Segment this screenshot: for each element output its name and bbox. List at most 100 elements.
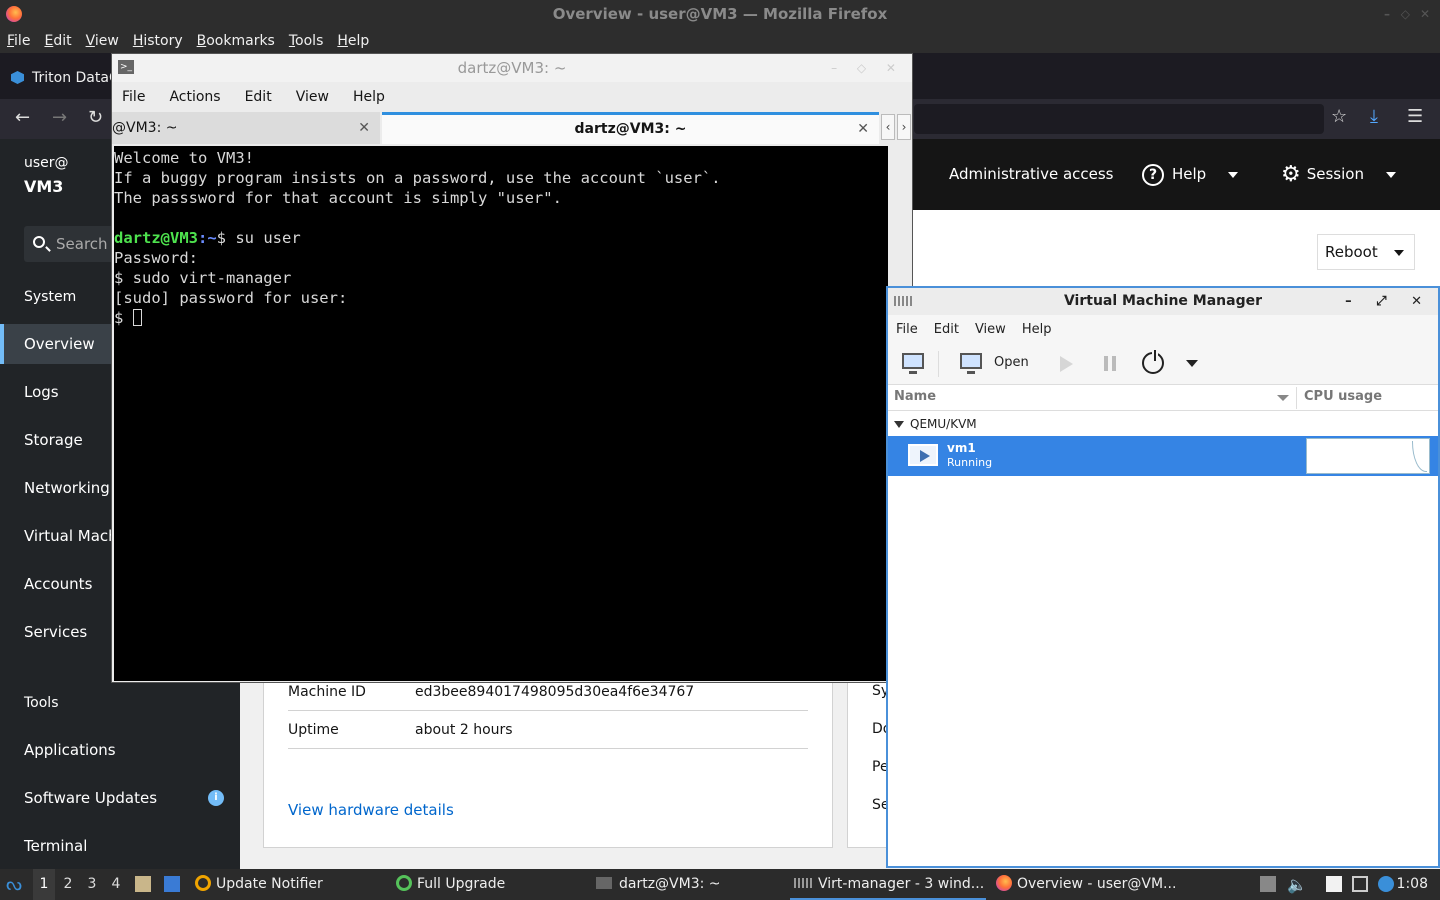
terminal-tab-2[interactable]: dartz@VM3: ~ ✕ xyxy=(382,112,879,144)
open-button[interactable]: Open xyxy=(994,355,1029,370)
close-tab-icon[interactable]: ✕ xyxy=(358,112,370,144)
sidebar-item-applications[interactable]: Applications xyxy=(0,730,240,770)
show-desktop-icon[interactable] xyxy=(164,876,180,892)
menu-file[interactable]: File xyxy=(7,33,30,49)
task-virt-manager[interactable]: Virt-manager - 3 wind... xyxy=(790,869,986,900)
administrative-access-button[interactable]: Administrative access xyxy=(949,139,1114,210)
close-tab-icon[interactable]: ✕ xyxy=(857,115,869,143)
bookmark-star-icon[interactable]: ☆ xyxy=(1331,106,1347,127)
back-icon[interactable]: ← xyxy=(15,107,30,128)
pause-icon[interactable] xyxy=(1104,356,1116,371)
task-terminal[interactable]: dartz@VM3: ~ xyxy=(596,869,721,900)
task-firefox[interactable]: Overview - user@VM... xyxy=(996,869,1176,900)
terminal-menu-edit[interactable]: Edit xyxy=(245,89,272,105)
browser-tab[interactable]: Triton DataC xyxy=(0,63,112,93)
sidebar-item-software-updates[interactable]: Software Updates i xyxy=(0,778,240,818)
sidebar-item-terminal[interactable]: Terminal xyxy=(0,826,240,866)
workspace-2[interactable]: 2 xyxy=(57,869,79,900)
terminal-tab-1[interactable]: @VM3: ~ ✕ xyxy=(112,112,380,144)
window-controls-icon[interactable]: – ⤢ ✕ xyxy=(1345,288,1432,315)
uptime-label: Uptime xyxy=(288,722,339,738)
search-placeholder: Search xyxy=(56,235,108,253)
gear-icon: ⚙ xyxy=(1281,162,1301,187)
vmm-menu-help[interactable]: Help xyxy=(1022,322,1052,337)
clipboard-icon[interactable] xyxy=(1326,876,1342,892)
hamburger-menu-icon[interactable]: ☰ xyxy=(1407,106,1423,127)
reboot-button[interactable]: Reboot xyxy=(1317,234,1415,270)
terminal-output[interactable]: Welcome to VM3! If a buggy program insist… xyxy=(114,146,888,681)
tray-app-icon[interactable] xyxy=(1260,876,1276,892)
column-cpu-usage[interactable]: CPU usage xyxy=(1304,389,1382,404)
workspace-4[interactable]: 4 xyxy=(105,869,127,900)
terminal-window: >_ dartz@VM3: ~ – ◇ ✕ File Actions Edit … xyxy=(111,53,913,683)
session-menu-button[interactable]: ⚙ Session xyxy=(1281,139,1396,210)
terminal-menu-actions[interactable]: Actions xyxy=(169,89,220,105)
start-menu-icon[interactable]: ᔓ xyxy=(6,869,22,900)
task-update-notifier[interactable]: Update Notifier xyxy=(195,869,323,900)
tab-scroll-right-icon[interactable]: › xyxy=(897,114,911,140)
sort-chevron-icon[interactable] xyxy=(1277,395,1289,401)
task-full-upgrade[interactable]: Full Upgrade xyxy=(396,869,505,900)
notification-icon[interactable] xyxy=(1378,876,1394,892)
terminal-menu-file[interactable]: File xyxy=(122,89,145,105)
power-icon[interactable] xyxy=(1142,350,1164,374)
vmm-menubar: File Edit View Help xyxy=(888,315,1438,343)
update-notifier-icon xyxy=(195,875,211,891)
expander-icon[interactable] xyxy=(894,421,904,428)
view-hardware-details-link[interactable]: View hardware details xyxy=(288,801,454,819)
file-manager-icon[interactable] xyxy=(135,876,151,892)
host-name[interactable]: VM3 xyxy=(24,177,63,196)
terminal-prompt-line: dartz@VM3:~$ su user xyxy=(114,228,888,248)
download-icon[interactable]: ⤓ xyxy=(1370,106,1378,127)
menu-tools[interactable]: Tools xyxy=(289,33,324,49)
new-vm-icon[interactable] xyxy=(902,353,924,374)
firefox-window-title: Overview - user@VM3 — Mozilla Firefox xyxy=(552,5,888,23)
terminal-menu-view[interactable]: View xyxy=(296,89,329,105)
terminal-line: $ sudo virt-manager xyxy=(114,269,292,287)
window-controls-icon[interactable]: – ◇ ✕ xyxy=(831,54,904,82)
clock[interactable]: 1:08 xyxy=(1397,869,1428,900)
maximize-icon[interactable]: ◇ xyxy=(1401,0,1410,29)
workspace-1[interactable]: 1 xyxy=(33,869,55,900)
terminal-titlebar[interactable]: >_ dartz@VM3: ~ – ◇ ✕ xyxy=(112,54,912,82)
help-menu-button[interactable]: ? Help xyxy=(1142,139,1239,210)
chevron-down-icon[interactable] xyxy=(1186,360,1198,367)
task-label: Full Upgrade xyxy=(417,876,506,892)
close-icon[interactable]: ✕ xyxy=(1420,0,1430,29)
url-bar[interactable] xyxy=(914,104,1324,134)
menu-help[interactable]: Help xyxy=(337,33,369,49)
tab-scroll-left-icon[interactable]: ‹ xyxy=(881,114,895,140)
open-console-icon[interactable] xyxy=(960,353,982,374)
firefox-icon xyxy=(996,875,1012,891)
menu-edit[interactable]: Edit xyxy=(44,33,71,49)
vmm-menu-edit[interactable]: Edit xyxy=(934,322,959,337)
vmm-menu-view[interactable]: View xyxy=(975,322,1006,337)
menu-view[interactable]: View xyxy=(86,33,119,49)
connection-group-row[interactable]: QEMU/KVM xyxy=(888,413,1438,435)
run-icon[interactable] xyxy=(1060,356,1073,372)
menu-bookmarks[interactable]: Bookmarks xyxy=(197,33,275,49)
vm-row[interactable]: vm1 Running xyxy=(888,436,1438,476)
firefox-icon xyxy=(6,6,22,22)
workspace-3[interactable]: 3 xyxy=(81,869,103,900)
column-name[interactable]: Name xyxy=(894,389,936,404)
task-label: Update Notifier xyxy=(216,876,323,892)
reload-icon[interactable]: ↻ xyxy=(88,107,103,128)
virt-manager-icon xyxy=(794,878,812,888)
vmm-menu-file[interactable]: File xyxy=(896,322,918,337)
terminal-menu-help[interactable]: Help xyxy=(353,89,385,105)
last-prompt: $ xyxy=(114,309,133,327)
reboot-label: Reboot xyxy=(1325,243,1378,261)
menu-history[interactable]: History xyxy=(133,33,183,49)
uptime-row: Uptime about 2 hours xyxy=(288,711,808,749)
vmm-column-header: Name CPU usage xyxy=(888,385,1438,411)
help-icon: ? xyxy=(1142,163,1164,186)
vmm-titlebar[interactable]: Virtual Machine Manager – ⤢ ✕ xyxy=(888,288,1438,315)
task-label: Virt-manager - 3 wind... xyxy=(818,876,985,892)
network-icon[interactable] xyxy=(1352,876,1368,892)
minimize-icon[interactable]: – xyxy=(1384,0,1390,29)
forward-icon[interactable]: → xyxy=(52,107,67,128)
task-label: Overview - user@VM... xyxy=(1017,876,1177,892)
volume-icon[interactable]: 🔈 xyxy=(1287,869,1307,900)
